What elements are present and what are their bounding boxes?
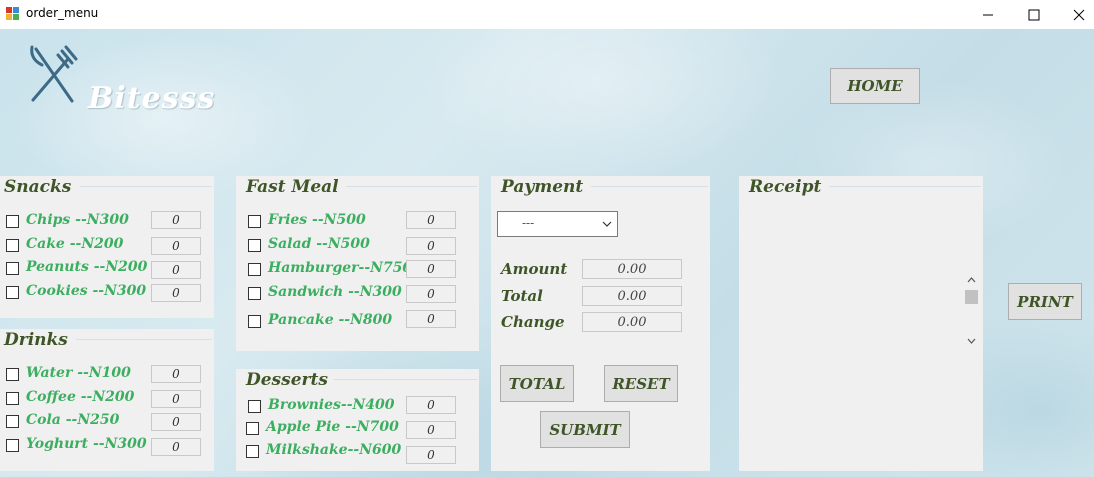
pancake-label[interactable]: Pancake --N800 <box>268 312 392 328</box>
chevron-up-icon <box>967 276 976 282</box>
cookies-qty-input[interactable]: 0 <box>151 284 201 302</box>
cola-qty-input[interactable]: 0 <box>151 413 201 431</box>
brownies-checkbox[interactable] <box>248 400 261 413</box>
scroll-up-button[interactable] <box>963 271 980 288</box>
peanuts-checkbox[interactable] <box>6 262 19 275</box>
water-label[interactable]: Water --N100 <box>26 365 131 381</box>
total-field: 0.00 <box>582 286 682 306</box>
receipt-scrollbar[interactable] <box>963 271 980 349</box>
sandwich-label[interactable]: Sandwich --N300 <box>268 284 402 300</box>
cake-qty-input[interactable]: 0 <box>151 237 201 255</box>
salad-qty-input[interactable]: 0 <box>406 237 456 255</box>
hamburger-label[interactable]: Hamburger--N750 <box>268 260 412 276</box>
cake-label[interactable]: Cake --N200 <box>26 236 123 252</box>
water-qty-input[interactable]: 0 <box>151 365 201 383</box>
snacks-group: Snacks Chips --N300 0 Cake --N200 0 Pean… <box>0 176 214 318</box>
total-label: Total <box>501 287 543 305</box>
amount-field[interactable]: 0.00 <box>582 259 682 279</box>
drinks-group: Drinks Water --N100 0 Coffee --N200 0 Co… <box>0 329 214 471</box>
chips-checkbox[interactable] <box>6 215 19 228</box>
payment-method-value: --- <box>522 216 535 230</box>
cookies-checkbox[interactable] <box>6 286 19 299</box>
maximize-icon <box>1028 9 1040 20</box>
receipt-group: Receipt <box>739 176 983 471</box>
change-field: 0.00 <box>582 312 682 332</box>
sandwich-qty-input[interactable]: 0 <box>406 285 456 303</box>
fries-checkbox[interactable] <box>248 215 261 228</box>
salad-label[interactable]: Salad --N500 <box>268 236 370 252</box>
chevron-down-icon <box>967 338 976 344</box>
milkshake-qty-input[interactable]: 0 <box>406 446 456 464</box>
water-checkbox[interactable] <box>6 368 19 381</box>
desserts-group: Desserts Brownies--N400 0 Apple Pie --N7… <box>236 369 479 471</box>
amount-label: Amount <box>501 260 568 278</box>
minimize-button[interactable] <box>965 0 1011 29</box>
pancake-checkbox[interactable] <box>248 315 261 328</box>
maximize-button[interactable] <box>1011 0 1057 29</box>
hamburger-qty-input[interactable]: 0 <box>406 260 456 278</box>
scroll-down-button[interactable] <box>963 332 980 349</box>
receipt-title: Receipt <box>749 177 824 197</box>
payment-title: Payment <box>501 177 586 197</box>
fork-knife-icon <box>30 45 78 103</box>
app-window-icon <box>6 7 20 21</box>
pancake-qty-input[interactable]: 0 <box>406 310 456 328</box>
peanuts-label[interactable]: Peanuts --N200 <box>26 259 147 275</box>
chips-label[interactable]: Chips --N300 <box>26 212 129 228</box>
salad-checkbox[interactable] <box>248 239 261 252</box>
milkshake-label[interactable]: Milkshake--N600 <box>266 442 401 458</box>
minimize-icon <box>983 14 993 15</box>
scroll-thumb[interactable] <box>965 290 978 304</box>
coffee-qty-input[interactable]: 0 <box>151 390 201 408</box>
yoghurt-qty-input[interactable]: 0 <box>151 438 201 456</box>
milkshake-checkbox[interactable] <box>246 445 259 458</box>
apple-pie-label[interactable]: Apple Pie --N700 <box>266 419 399 435</box>
snacks-title: Snacks <box>4 177 74 197</box>
cookies-label[interactable]: Cookies --N300 <box>26 283 146 299</box>
peanuts-qty-input[interactable]: 0 <box>151 261 201 279</box>
change-label: Change <box>501 313 565 331</box>
fast-meal-title: Fast Meal <box>246 177 341 197</box>
submit-button[interactable]: SUBMIT <box>540 411 630 448</box>
brand-name: Bitesss <box>88 81 216 116</box>
fast-meal-group: Fast Meal Fries --N500 0 Salad --N500 0 … <box>236 176 479 351</box>
yoghurt-label[interactable]: Yoghurt --N300 <box>26 436 147 452</box>
desserts-title: Desserts <box>246 370 330 390</box>
cake-checkbox[interactable] <box>6 239 19 252</box>
apple-pie-qty-input[interactable]: 0 <box>406 421 456 439</box>
chevron-down-icon <box>602 221 612 227</box>
drinks-title: Drinks <box>4 330 70 350</box>
reset-button[interactable]: RESET <box>604 365 678 402</box>
coffee-label[interactable]: Coffee --N200 <box>26 389 134 405</box>
yoghurt-checkbox[interactable] <box>6 439 19 452</box>
hamburger-checkbox[interactable] <box>248 263 261 276</box>
home-button[interactable]: HOME <box>830 68 920 104</box>
fries-qty-input[interactable]: 0 <box>406 211 456 229</box>
window-title: order_menu <box>26 6 99 20</box>
order-menu-window: Bitesss HOME Snacks Chips --N300 0 Cake … <box>0 29 1094 477</box>
close-icon <box>1073 9 1085 20</box>
payment-method-dropdown[interactable]: --- <box>497 211 618 237</box>
close-button[interactable] <box>1056 0 1094 29</box>
fries-label[interactable]: Fries --N500 <box>268 212 366 228</box>
receipt-text-area[interactable] <box>743 198 961 463</box>
chips-qty-input[interactable]: 0 <box>151 211 201 229</box>
cola-checkbox[interactable] <box>6 415 19 428</box>
total-button[interactable]: TOTAL <box>500 365 574 402</box>
apple-pie-checkbox[interactable] <box>246 422 259 435</box>
sandwich-checkbox[interactable] <box>248 287 261 300</box>
payment-group: Payment --- Amount 0.00 Total 0.00 Chang… <box>491 176 710 471</box>
cola-label[interactable]: Cola --N250 <box>26 412 119 428</box>
print-button[interactable]: PRINT <box>1008 283 1082 320</box>
window-title-bar: order_menu <box>0 0 1094 29</box>
coffee-checkbox[interactable] <box>6 392 19 405</box>
brownies-label[interactable]: Brownies--N400 <box>268 397 395 413</box>
brownies-qty-input[interactable]: 0 <box>406 396 456 414</box>
